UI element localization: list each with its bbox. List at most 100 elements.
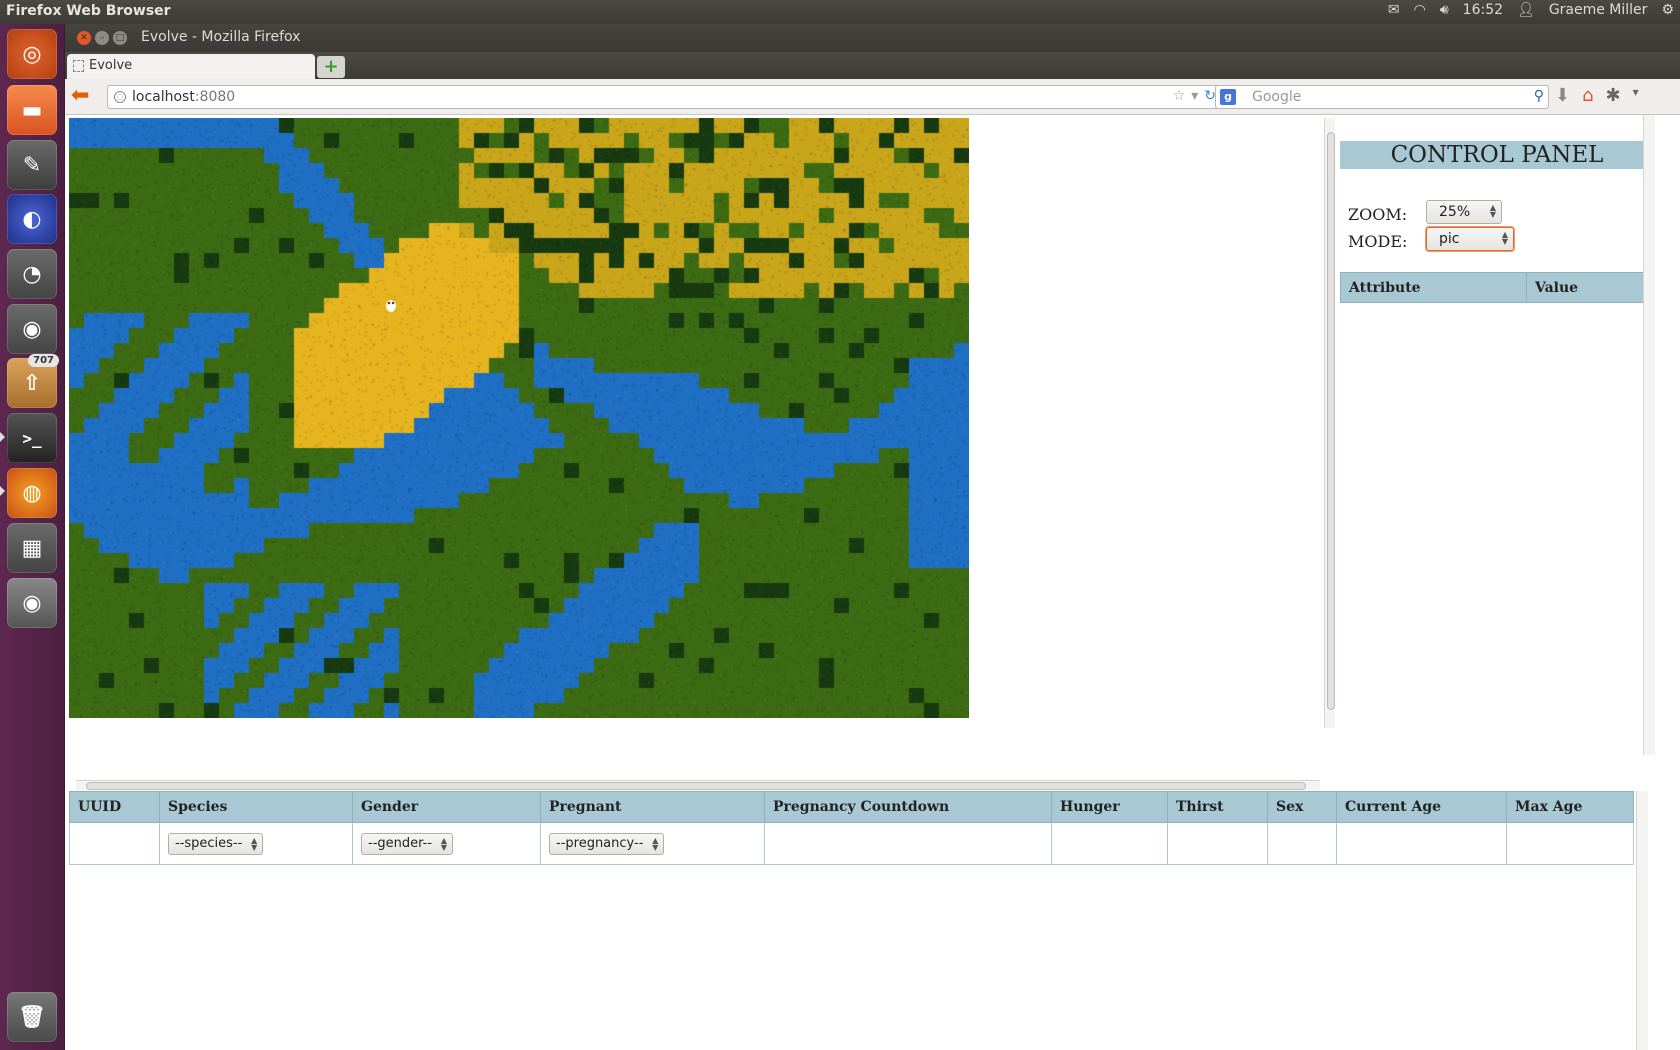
control-panel-title: CONTROL PANEL xyxy=(1340,141,1654,169)
mode-label: MODE: xyxy=(1348,232,1408,251)
gender-filter-value: --gender-- xyxy=(368,835,433,851)
software-updater-icon[interactable]: ⇧ 707 xyxy=(7,354,59,408)
spinner-icon: ▲ ▼ xyxy=(652,835,659,852)
pregnancy-filter-select[interactable]: --pregnancy-- ▲ ▼ xyxy=(549,832,665,855)
trash-icon[interactable]: 🗑︎ xyxy=(7,992,57,1042)
dvd-icon[interactable]: ◉ xyxy=(7,578,57,628)
attribute-table: Attribute Value xyxy=(1340,272,1654,303)
active-app-name: Firefox Web Browser xyxy=(6,3,171,19)
url-host: localhost xyxy=(132,89,195,105)
hunger-cell xyxy=(1051,822,1168,865)
google-engine-icon[interactable]: g xyxy=(1220,89,1236,105)
window-title: Evolve - Mozilla Firefox xyxy=(141,29,301,45)
running-indicator-icon xyxy=(0,432,5,442)
downloads-icon[interactable]: ⬇ xyxy=(1555,85,1570,106)
ubuntu-dash-icon[interactable]: ◎ xyxy=(7,29,57,79)
spinner-icon: ▲ ▼ xyxy=(1501,230,1508,246)
max-age-cell xyxy=(1506,822,1634,865)
organism-table-scrollbar[interactable] xyxy=(1636,791,1648,1050)
chart-app-icon[interactable]: ◔ xyxy=(7,249,57,299)
sex-cell xyxy=(1267,822,1337,865)
organism-filter-row: --species-- ▲ ▼ --gender-- ▲ ▼ --pregnancy--… xyxy=(69,822,1634,865)
clock[interactable]: 16:52 xyxy=(1463,2,1503,18)
organism-table: UUID Species Gender Pregnant Pregnancy C… xyxy=(69,791,1634,865)
tab-evolve[interactable]: Evolve xyxy=(67,54,315,79)
menu-dropdown-icon[interactable]: ▾ xyxy=(1633,85,1639,106)
url-port: :8080 xyxy=(194,89,236,105)
world-map-canvas[interactable] xyxy=(69,118,969,718)
zoom-row: ZOOM: 25% ▲ ▼ xyxy=(1348,200,1502,224)
scroll-thumb[interactable] xyxy=(1327,132,1335,710)
tab-strip: Evolve + xyxy=(65,52,1680,79)
header-sex: Sex xyxy=(1267,791,1337,823)
world-map-frame xyxy=(69,118,1329,728)
close-window-icon[interactable]: ✕ xyxy=(77,31,91,45)
window-titlebar: ✕ – □ Evolve - Mozilla Firefox xyxy=(65,24,1680,52)
pregnancy-filter-value: --pregnancy-- xyxy=(556,835,644,851)
unity-launcher: ◎ ▬ ✎ ◐ ◔ ◉ ⇧ 707 >_ ◍ ▦ ◉ 🗑︎ xyxy=(0,24,65,1050)
uuid-cell xyxy=(69,822,160,865)
search-magnifier-icon[interactable]: ⚲ xyxy=(1534,88,1544,104)
volume-icon[interactable]: 🔊︎ xyxy=(1440,2,1449,18)
workspace-switcher-icon[interactable]: ▦ xyxy=(7,523,57,573)
mode-row: MODE: pic ▲ ▼ xyxy=(1348,227,1514,251)
zoom-select[interactable]: 25% ▲ ▼ xyxy=(1426,200,1502,224)
history-dropdown-icon[interactable]: ▾ xyxy=(1191,88,1198,104)
addon-icon[interactable]: ✱ xyxy=(1606,85,1621,106)
settings-gear-icon[interactable]: ⚙ xyxy=(1661,2,1674,18)
spinner-icon: ▲ ▼ xyxy=(440,835,448,852)
header-pregnant: Pregnant xyxy=(540,791,765,823)
files-icon[interactable]: ▬ xyxy=(7,85,57,135)
eclipse-icon[interactable]: ◐ xyxy=(7,194,57,244)
species-filter-value: --species-- xyxy=(175,835,243,851)
navigation-toolbar: ⬅ ◌ localhost:8080 ☆ ▾ ↻ g Google ⚲ ⬇ ⌂ … xyxy=(65,79,1680,115)
gender-filter-cell: --gender-- ▲ ▼ xyxy=(352,822,541,865)
organism-table-wrap: UUID Species Gender Pregnant Pregnancy C… xyxy=(69,791,1634,1050)
species-filter-select[interactable]: --species-- ▲ ▼ xyxy=(168,832,264,855)
running-indicator-icon xyxy=(0,486,5,496)
header-hunger: Hunger xyxy=(1051,791,1168,823)
update-count-badge: 707 xyxy=(28,354,59,367)
tab-label: Evolve xyxy=(89,58,133,73)
home-icon[interactable]: ⌂ xyxy=(1582,85,1593,106)
user-name[interactable]: Graeme Miller xyxy=(1549,2,1648,18)
search-bar[interactable]: g Google ⚲ xyxy=(1215,85,1549,109)
chromium-icon[interactable]: ◉ xyxy=(7,304,57,354)
header-max-age: Max Age xyxy=(1506,791,1634,823)
user-icon[interactable]: 👤︎ xyxy=(1517,2,1535,18)
thirst-cell xyxy=(1167,822,1268,865)
terminal-icon[interactable]: >_ xyxy=(7,413,57,463)
value-header: Value xyxy=(1526,272,1654,303)
search-placeholder: Google xyxy=(1252,89,1302,105)
header-pregnancy-countdown: Pregnancy Countdown xyxy=(764,791,1052,823)
site-identity-icon[interactable]: ◌ xyxy=(114,91,126,103)
mode-select[interactable]: pic ▲ ▼ xyxy=(1426,227,1514,251)
wifi-icon[interactable]: ◠ xyxy=(1414,2,1426,18)
new-tab-button[interactable]: + xyxy=(317,56,345,78)
header-gender: Gender xyxy=(352,791,541,823)
control-panel-scrollbar[interactable] xyxy=(1643,115,1655,755)
scroll-thumb[interactable] xyxy=(86,782,1306,790)
control-panel: CONTROL PANEL ZOOM: 25% ▲ ▼ MODE: pic ▲ ▼ … xyxy=(1335,115,1680,755)
urlbar-actions: ☆ ▾ ↻ xyxy=(1173,88,1216,104)
url-bar[interactable]: ◌ localhost:8080 ☆ ▾ ↻ xyxy=(107,85,1223,109)
pregnancy-filter-cell: --pregnancy-- ▲ ▼ xyxy=(540,822,765,865)
map-horizontal-scrollbar[interactable] xyxy=(76,780,1320,790)
maximize-window-icon[interactable]: □ xyxy=(113,31,127,45)
system-tray: ✉ ◠ 🔊︎ 16:52 👤︎ Graeme Miller ⚙ xyxy=(1388,2,1674,18)
pregnancy-countdown-cell xyxy=(764,822,1052,865)
back-arrow-icon[interactable]: ⬅ xyxy=(71,85,89,107)
header-thirst: Thirst xyxy=(1167,791,1268,823)
header-current-age: Current Age xyxy=(1336,791,1507,823)
page-content: CONTROL PANEL ZOOM: 25% ▲ ▼ MODE: pic ▲ ▼ … xyxy=(65,115,1680,1050)
bookmark-star-icon[interactable]: ☆ xyxy=(1173,88,1186,104)
minimize-window-icon[interactable]: – xyxy=(95,31,109,45)
spinner-icon: ▲ ▼ xyxy=(251,835,258,852)
firefox-icon[interactable]: ◍ xyxy=(7,468,57,518)
mail-icon[interactable]: ✉ xyxy=(1388,2,1400,18)
system-settings-icon[interactable]: ✎ xyxy=(7,140,57,190)
page-favicon-icon xyxy=(73,60,84,72)
species-filter-cell: --species-- ▲ ▼ xyxy=(159,822,353,865)
attribute-header: Attribute xyxy=(1340,272,1527,303)
gender-filter-select[interactable]: --gender-- ▲ ▼ xyxy=(361,832,454,855)
